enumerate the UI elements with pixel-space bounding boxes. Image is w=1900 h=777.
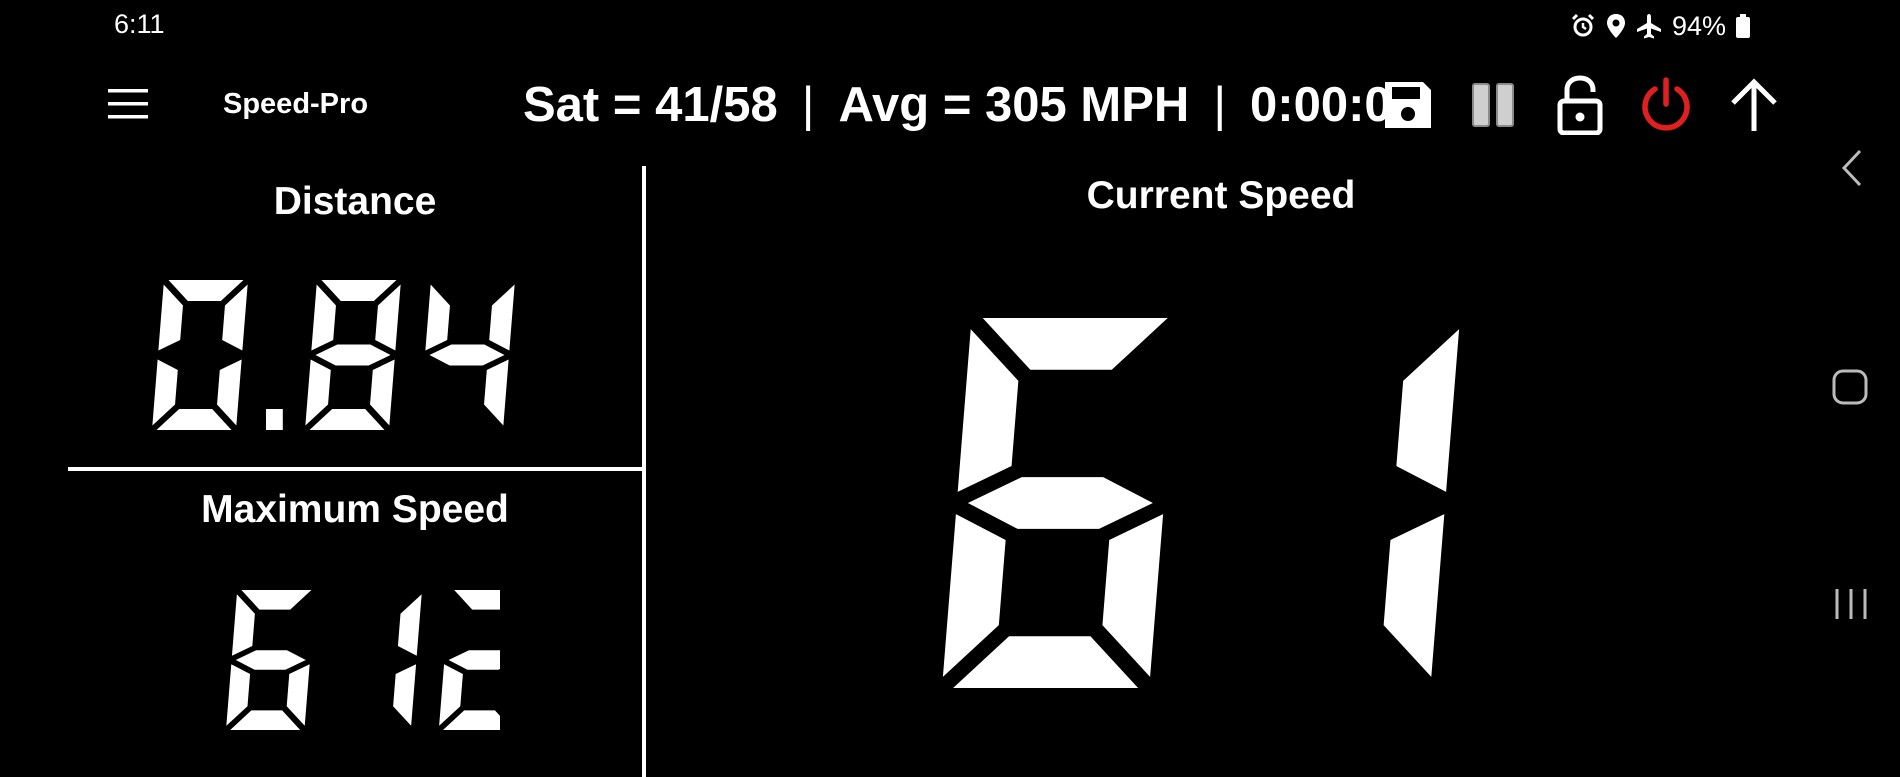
max-speed-value-digit [226,590,312,730]
segment-b [1396,329,1460,492]
max-speed-label: Maximum Speed [201,488,509,531]
lock-button[interactable] [1550,75,1610,135]
distance-value-digit [152,280,248,430]
back-icon [1841,149,1862,187]
segment-d [309,409,385,430]
airplane-mode-icon [1637,14,1661,39]
segment-c [217,359,242,426]
current-speed-label: Current Speed [1086,174,1356,217]
horizontal-divider [68,467,643,471]
segment-d [230,710,301,730]
separator: | [1213,78,1227,132]
vertical-divider [642,166,646,777]
max-speed-value-digit [393,594,422,726]
distance-value [152,280,515,430]
max-speed-value-digit [439,590,500,730]
home-button[interactable] [1830,368,1870,406]
max-speed-value [226,590,500,730]
distance-value-digit [305,280,401,430]
status-icons: 94% [1570,8,1751,44]
home-icon [1832,369,1868,405]
location-icon [1607,14,1625,38]
power-icon [1642,77,1690,131]
average-speed: Avg = 305 MPH [838,78,1190,132]
segment-f [957,329,1019,492]
unlock-icon [1557,75,1603,135]
segment-f [425,284,450,351]
pause-icon [1472,83,1514,127]
segment-a [982,318,1168,370]
segment-c [1383,514,1445,677]
segment-c [286,664,310,726]
segment-g [315,344,391,366]
segment-b [397,594,422,656]
segment-g [448,650,500,670]
alarm-icon [1571,13,1595,37]
segment-d [156,409,232,430]
save-button[interactable] [1378,75,1438,135]
app-title: Speed-Pro [223,88,369,120]
segment-g [429,344,505,366]
segment-b [489,284,515,351]
segment-g [235,650,306,670]
recent-apps-icon [1835,589,1867,619]
segment-a [454,590,500,610]
status-bar: 6:11 94% [0,0,1900,52]
upload-button[interactable] [1724,75,1784,135]
back-button[interactable] [1834,148,1870,188]
segment-a [321,280,397,301]
recent-apps-button[interactable] [1828,586,1874,622]
distance-value-decimal-point [266,409,283,430]
battery-level: 94% [1672,10,1727,41]
current-speed-value-digit [942,318,1168,688]
current-speed-value [942,318,1460,688]
distance-label: Distance [273,180,437,223]
pause-button[interactable] [1463,75,1523,135]
menu-icon[interactable] [106,86,150,122]
segment-f [158,284,183,351]
segment-c [484,359,509,426]
segment-c [393,664,417,726]
up-arrow-icon [1731,78,1777,131]
status-time: 6:11 [114,9,165,39]
battery-icon [1736,14,1751,38]
segment-f [231,594,255,656]
current-speed-value-digit [1383,329,1460,677]
segment-d [953,636,1139,688]
stats-bar: Sat = 41/58 | Avg = 305 MPH | 0:00:09 [523,77,1419,133]
segment-c [1102,514,1164,677]
segment-a [168,280,244,301]
satellite-count: Sat = 41/58 [523,78,778,132]
segment-a [241,590,312,610]
segment-g [967,477,1153,529]
segment-f [311,284,336,351]
separator: | [801,78,815,132]
power-button[interactable] [1636,75,1696,135]
segment-c [370,359,395,426]
save-icon [1385,82,1431,128]
distance-value-digit [425,284,515,426]
